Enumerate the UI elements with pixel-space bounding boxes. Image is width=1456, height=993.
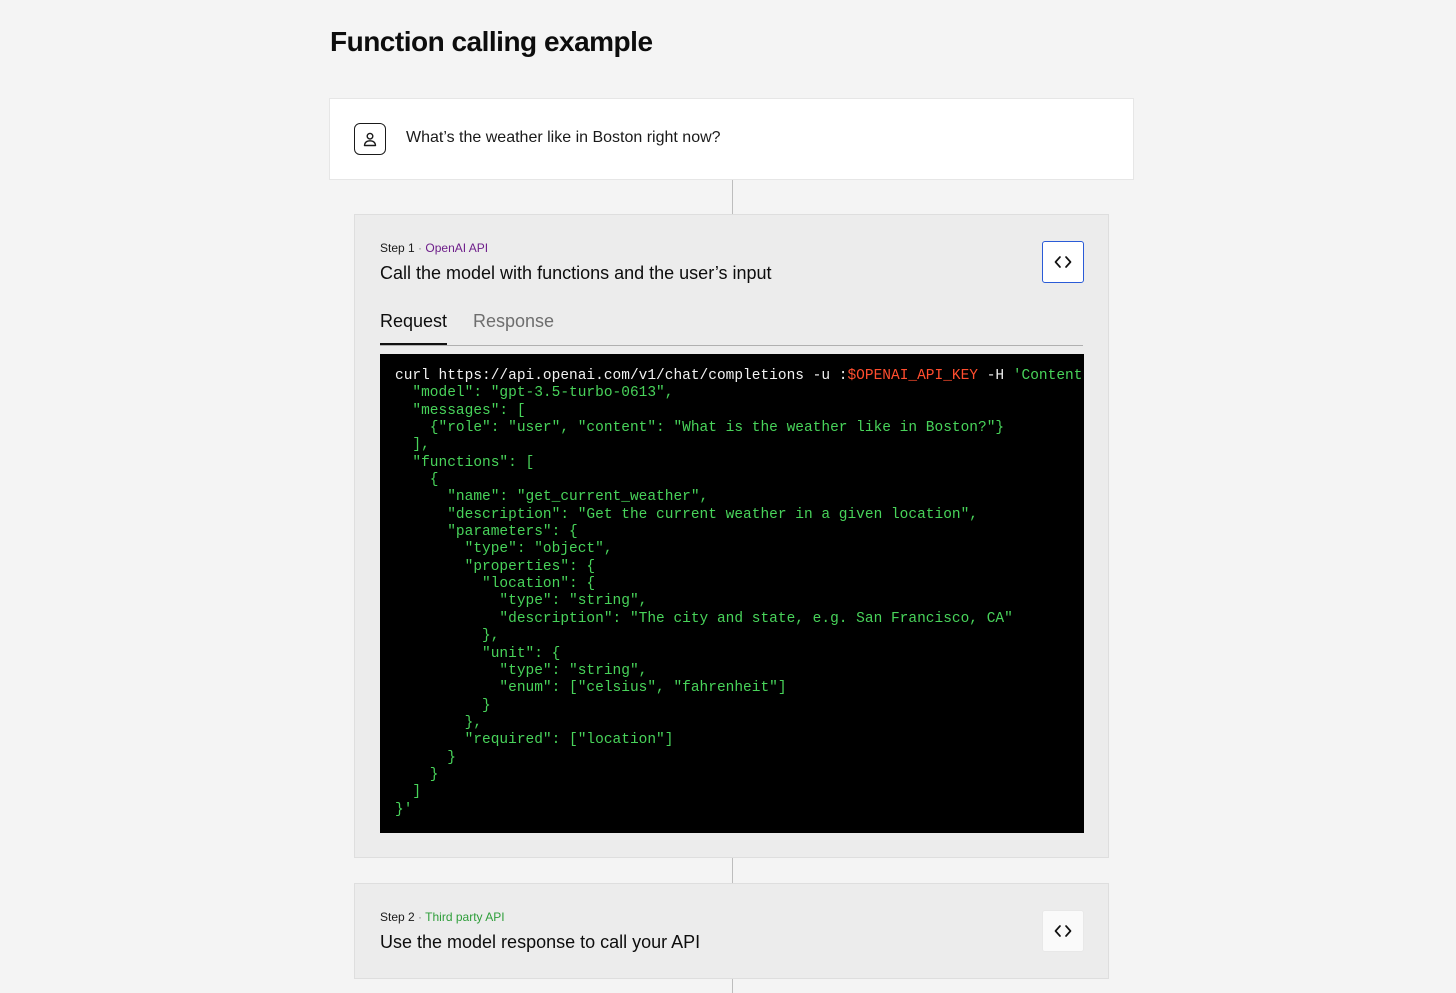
user-icon <box>354 123 386 155</box>
code-brackets-icon <box>1054 256 1072 268</box>
page-title: Function calling example <box>330 26 653 57</box>
step-separator: · <box>418 241 423 255</box>
step-source: Third party API <box>425 910 505 924</box>
step-source: OpenAI API <box>425 241 489 255</box>
code-command: curl https://api.openai.com/v1/chat/comp… <box>395 368 848 384</box>
user-message-card: What’s the weather like in Boston right … <box>329 98 1134 180</box>
flow-connector <box>732 979 733 993</box>
code-env-var: $OPENAI_API_KEY <box>847 368 979 384</box>
tab-request[interactable]: Request <box>380 311 448 345</box>
code-toggle-button[interactable] <box>1042 241 1084 283</box>
code-json-body: "model": "gpt-3.5-turbo-0613", "messages… <box>395 385 1013 818</box>
step-2-card: Step 2 · Third party API Use the model r… <box>354 883 1109 979</box>
tab-response[interactable]: Response <box>473 311 554 332</box>
flow-connector <box>732 858 733 883</box>
step-1-card: Step 1 · OpenAI API Call the model with … <box>354 214 1109 858</box>
flow-connector <box>732 180 733 214</box>
step-1-title: Call the model with functions and the us… <box>380 263 772 283</box>
code-header-string: 'Content-Type: application/json' -d '{ <box>1012 368 1084 384</box>
code-content: curl https://api.openai.com/v1/chat/comp… <box>380 354 1084 819</box>
step-separator: · <box>418 910 423 924</box>
step-number: Step 2 <box>380 910 415 924</box>
step-1-label: Step 1 · OpenAI API <box>380 241 488 255</box>
code-toggle-button[interactable] <box>1042 910 1084 952</box>
step-number: Step 1 <box>380 241 415 255</box>
code-block: curl https://api.openai.com/v1/chat/comp… <box>380 354 1084 833</box>
request-response-tabs: Request Response <box>380 307 1083 346</box>
code-brackets-icon <box>1054 925 1072 937</box>
step-2-label: Step 2 · Third party API <box>380 910 505 924</box>
step-2-title: Use the model response to call your API <box>380 932 701 952</box>
user-message-text: What’s the weather like in Boston right … <box>406 129 721 146</box>
code-flag: -H <box>978 368 1013 384</box>
